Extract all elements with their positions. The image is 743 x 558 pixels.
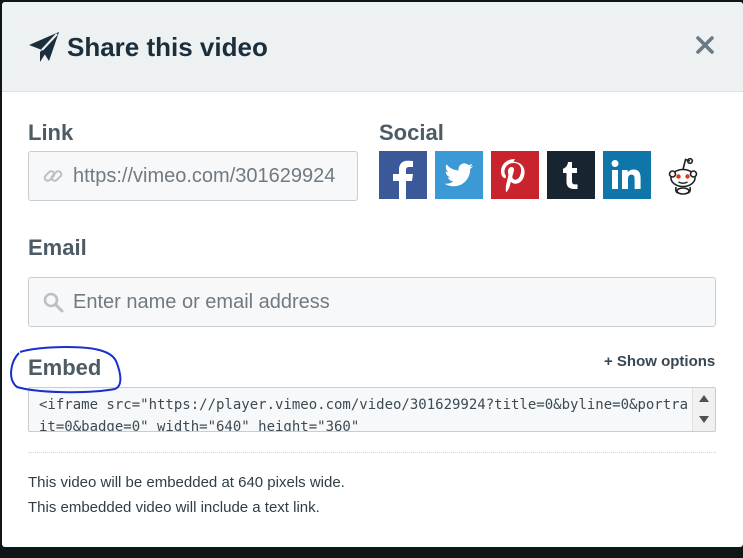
show-options-link[interactable]: + Show options xyxy=(604,352,715,372)
paper-plane-icon xyxy=(29,32,59,62)
social-buttons xyxy=(379,151,709,201)
reddit-icon[interactable] xyxy=(659,151,707,199)
embed-code: <iframe src="https://player.vimeo.com/vi… xyxy=(39,397,689,432)
text-link-note: This embedded video will include a text … xyxy=(28,499,320,516)
link-input[interactable]: https://vimeo.com/301629924 xyxy=(28,151,358,201)
embed-label: Embed xyxy=(28,355,102,380)
email-input[interactable]: Enter name or email address xyxy=(28,277,716,327)
twitter-icon[interactable] xyxy=(435,151,483,199)
social-label: Social xyxy=(379,120,444,145)
divider xyxy=(28,452,716,453)
scroll-down-icon[interactable] xyxy=(699,416,709,423)
facebook-icon[interactable] xyxy=(379,151,427,199)
embed-code-textarea[interactable]: <iframe src="https://player.vimeo.com/vi… xyxy=(28,387,716,432)
search-icon xyxy=(43,292,64,313)
scroll-up-icon[interactable] xyxy=(699,395,709,402)
embed-scrollbar[interactable] xyxy=(692,388,715,431)
close-icon[interactable] xyxy=(690,30,720,60)
dialog-header: Share this video xyxy=(2,2,743,92)
tumblr-icon[interactable] xyxy=(547,151,595,199)
share-dialog: Share this video Link https://vimeo.com/… xyxy=(2,2,743,547)
link-label: Link xyxy=(28,120,74,145)
email-label: Email xyxy=(28,235,87,260)
linkedin-icon[interactable] xyxy=(603,151,651,199)
link-icon xyxy=(43,170,63,182)
link-value: https://vimeo.com/301629924 xyxy=(73,165,336,187)
pinterest-icon[interactable] xyxy=(491,151,539,199)
embed-width-note: This video will be embedded at 640 pixel… xyxy=(28,474,345,491)
dialog-title: Share this video xyxy=(67,32,268,62)
email-placeholder: Enter name or email address xyxy=(73,291,330,313)
